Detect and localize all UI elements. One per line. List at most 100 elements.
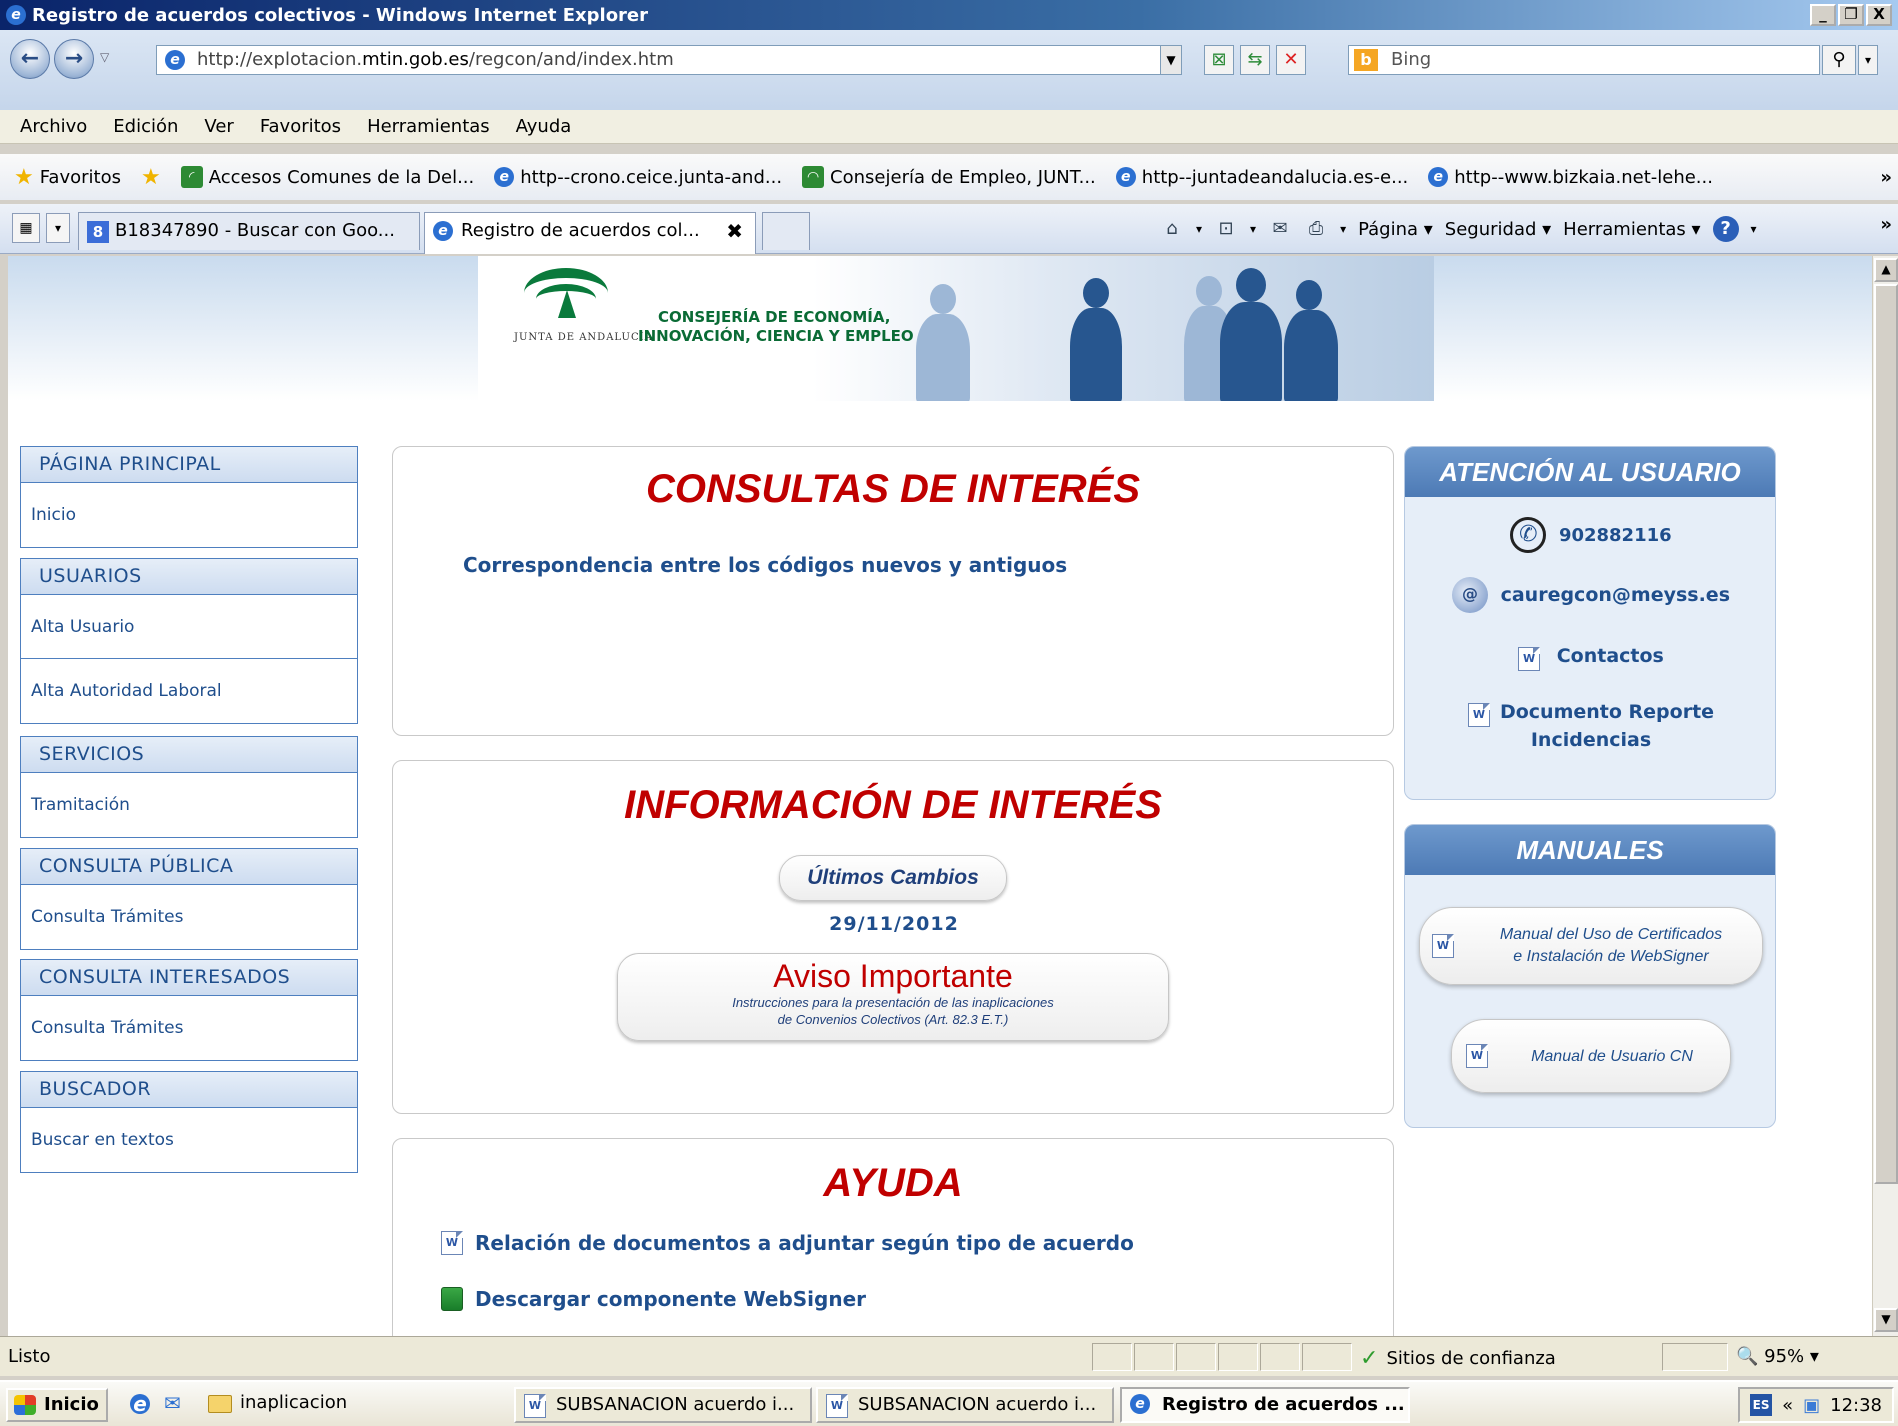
help-icon[interactable]: ? (1712, 216, 1739, 242)
taskbar-folder-inaplicacion[interactable]: inaplicacion (200, 1387, 500, 1423)
sidebar-header: USUARIOS (21, 559, 357, 595)
search-input[interactable]: b Bing (1348, 45, 1820, 75)
sidebar-item-alta-usuario[interactable]: Alta Usuario (21, 595, 357, 659)
address-input[interactable]: e http://explotacion.mtin.gob.es/regcon/… (156, 45, 1171, 75)
sidebar-section-usuarios: USUARIOS Alta Usuario Alta Autoridad Lab… (20, 558, 358, 724)
search-dropdown-icon[interactable]: ▾ (1858, 45, 1878, 75)
address-toolbar: ← → ▽ e http://explotacion.mtin.gob.es/r… (0, 30, 1898, 118)
add-favorite-icon[interactable]: ★ (141, 165, 161, 190)
more-favorites-icon[interactable]: » (1880, 167, 1892, 188)
sidebar-section-servicios: SERVICIOS Tramitación (20, 736, 358, 838)
zoom-level[interactable]: 🔍 95% ▾ (1736, 1346, 1819, 1367)
refresh-icon[interactable]: ⇆ (1240, 45, 1270, 75)
herramientas-menu[interactable]: Herramientas ▾ (1563, 219, 1700, 240)
menu-edicion[interactable]: Edición (113, 116, 178, 137)
tab-google-search[interactable]: 8 B18347890 - Buscar con Goo... (78, 212, 420, 250)
sidebar-section-consulta-interesados: CONSULTA INTERESADOS Consulta Trámites (20, 959, 358, 1061)
favorites-button[interactable]: ★ Favoritos (14, 165, 121, 190)
feeds-dropdown-icon[interactable]: ▾ (1250, 222, 1256, 236)
language-indicator[interactable]: ES (1750, 1394, 1773, 1416)
manual-usuario-cn-button[interactable]: W Manual de Usuario CN (1451, 1019, 1731, 1093)
forward-button[interactable]: → (54, 39, 94, 79)
address-dropdown-icon[interactable]: ▼ (1160, 45, 1182, 75)
protected-mode-icon[interactable] (1662, 1343, 1728, 1371)
email-line[interactable]: @ cauregcon@meyss.es (1405, 577, 1775, 613)
favorite-link-2[interactable]: e http--crono.ceice.junta-and... (494, 167, 782, 188)
atencion-usuario-panel: ATENCIÓN AL USUARIO ✆ 902882116 @ caureg… (1404, 446, 1776, 800)
menu-ver[interactable]: Ver (204, 116, 233, 137)
ultimos-cambios-date: 29/11/2012 (829, 913, 959, 935)
favorite-link-5[interactable]: e http--www.bizkaia.net-lehe... (1428, 167, 1713, 188)
tray-expand-icon[interactable]: « (1782, 1395, 1793, 1416)
seguridad-menu[interactable]: Seguridad ▾ (1445, 219, 1551, 240)
atencion-title: ATENCIÓN AL USUARIO (1405, 447, 1775, 497)
help-dropdown-icon[interactable]: ▾ (1751, 222, 1757, 236)
tab-registro-acuerdos[interactable]: e Registro de acuerdos col... ✖ (424, 212, 756, 254)
sidebar-header: CONSULTA INTERESADOS (21, 960, 357, 996)
menu-archivo[interactable]: Archivo (20, 116, 87, 137)
sidebar-item-tramitacion[interactable]: Tramitación (21, 773, 357, 837)
windows-taskbar: Inicio e ✉ inaplicacion W SUBSANACION ac… (0, 1380, 1898, 1426)
feeds-icon[interactable]: ⊡ (1214, 218, 1238, 240)
home-dropdown-icon[interactable]: ▾ (1196, 222, 1202, 236)
menu-ayuda[interactable]: Ayuda (516, 116, 572, 137)
menu-favoritos[interactable]: Favoritos (260, 116, 341, 137)
favorite-link-3[interactable]: ◠ Consejería de Empleo, JUNT... (802, 166, 1096, 188)
print-icon[interactable]: ⎙ (1304, 218, 1328, 240)
contactos-link[interactable]: W Contactos (1405, 645, 1775, 671)
compatibility-view-icon[interactable]: ⊠ (1204, 45, 1234, 75)
close-window-button[interactable]: X (1866, 4, 1892, 26)
search-icon[interactable]: ⚲ (1822, 45, 1856, 75)
tab-list-dropdown-icon[interactable]: ▾ (46, 213, 70, 243)
quick-tabs-icon[interactable]: ▦ (12, 213, 40, 243)
home-icon[interactable]: ⌂ (1160, 218, 1184, 240)
relacion-documentos-link[interactable]: W Relación de documentos a adjuntar segú… (441, 1231, 1134, 1255)
start-button[interactable]: Inicio (6, 1388, 108, 1422)
pagina-menu[interactable]: Página ▾ (1358, 219, 1433, 240)
ultimos-cambios-button[interactable]: Últimos Cambios (779, 855, 1007, 901)
page-vertical-scrollbar[interactable]: ▲ ▼ (1872, 256, 1898, 1336)
correspondencia-codigos-link[interactable]: Correspondencia entre los códigos nuevos… (463, 553, 1067, 577)
minimize-button[interactable]: _ (1810, 4, 1836, 26)
history-dropdown-icon[interactable]: ▽ (100, 50, 109, 64)
clock[interactable]: 12:38 (1830, 1395, 1882, 1416)
word-document-icon: W (826, 1394, 848, 1418)
mail-icon[interactable]: ✉ (1268, 218, 1292, 240)
security-zone[interactable]: ✓ Sitios de confianza (1360, 1346, 1556, 1371)
phone-number: 902882116 (1558, 524, 1672, 546)
silhouette-icon (930, 284, 956, 314)
documento-reporte-link[interactable]: W Documento Reporte Incidencias (1405, 699, 1775, 753)
back-button[interactable]: ← (10, 39, 50, 79)
quick-launch-outlook-icon[interactable]: ✉ (164, 1391, 181, 1415)
favorite-link-4[interactable]: e http--juntadeandalucia.es-e... (1115, 167, 1408, 188)
taskbar-word-subsanacion-1[interactable]: W SUBSANACION acuerdo i... (514, 1387, 812, 1423)
restore-button[interactable]: ❐ (1838, 4, 1864, 26)
more-commands-icon[interactable]: » (1880, 214, 1892, 235)
manual-certificados-button[interactable]: W Manual del Uso de Certificados e Insta… (1419, 907, 1763, 985)
stop-icon[interactable]: ✕ (1276, 45, 1306, 75)
menu-bar: Archivo Edición Ver Favoritos Herramient… (0, 110, 1898, 144)
taskbar-word-subsanacion-2[interactable]: W SUBSANACION acuerdo i... (816, 1387, 1114, 1423)
window-title-bar: e Registro de acuerdos colectivos - Wind… (0, 0, 1898, 30)
command-bar: ⌂ ▾ ⊡ ▾ ✉ ⎙ ▾ Página ▾ Seguridad ▾ Herramie… (1160, 216, 1757, 242)
new-tab-button[interactable] (762, 212, 810, 250)
aviso-importante-button[interactable]: Aviso Importante Instrucciones para la p… (617, 953, 1169, 1041)
print-dropdown-icon[interactable]: ▾ (1340, 222, 1346, 236)
taskbar-ie-registro[interactable]: e Registro de acuerdos ... (1120, 1387, 1410, 1423)
sidebar-item-alta-autoridad-laboral[interactable]: Alta Autoridad Laboral (21, 659, 357, 723)
scroll-up-icon[interactable]: ▲ (1874, 258, 1898, 282)
sidebar-item-consulta-tramites[interactable]: Consulta Trámites (21, 885, 357, 949)
tray-app-icon[interactable]: ▣ (1803, 1395, 1820, 1416)
scroll-down-icon[interactable]: ▼ (1874, 1308, 1898, 1332)
word-document-icon: W (524, 1394, 546, 1418)
favorite-link-1[interactable]: ◜ Accesos Comunes de la Del... (180, 166, 474, 188)
descargar-websigner-link[interactable]: Descargar componente WebSigner (441, 1287, 866, 1311)
sidebar-item-inicio[interactable]: Inicio (21, 483, 357, 547)
status-cell (1092, 1343, 1132, 1371)
close-tab-icon[interactable]: ✖ (726, 213, 743, 249)
quick-launch-ie-icon[interactable]: e (130, 1394, 150, 1414)
sidebar-item-buscar-en-textos[interactable]: Buscar en textos (21, 1108, 357, 1172)
sidebar-item-consulta-tramites-interesados[interactable]: Consulta Trámites (21, 996, 357, 1060)
menu-herramientas[interactable]: Herramientas (367, 116, 490, 137)
scroll-thumb[interactable] (1874, 284, 1898, 1184)
